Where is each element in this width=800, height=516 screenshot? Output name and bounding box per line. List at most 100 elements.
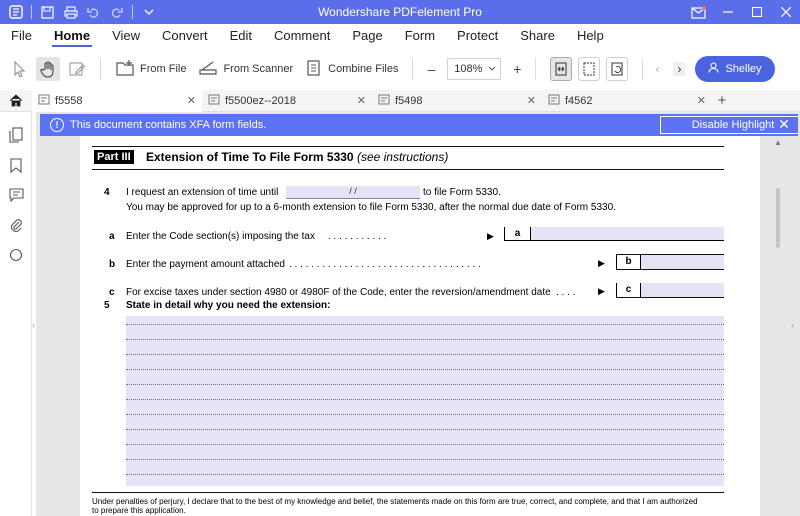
text-line (126, 459, 724, 460)
payment-amount-field[interactable] (640, 255, 724, 269)
toolbar-divider (642, 58, 644, 80)
vertical-scrollbar-thumb[interactable] (776, 188, 780, 248)
select-tool-icon[interactable] (10, 60, 28, 78)
text-line (126, 399, 724, 400)
fit-width-button[interactable] (550, 57, 573, 81)
line5-number: 5 (104, 300, 110, 311)
document-icon (208, 94, 220, 108)
print-icon[interactable] (63, 5, 78, 20)
extension-date-field[interactable]: / / (286, 186, 420, 199)
menu-convert[interactable]: Convert (151, 24, 219, 48)
tab-f4562[interactable]: f4562 ✕ (542, 90, 712, 112)
edit-tool-icon[interactable] (68, 60, 86, 78)
text-line (126, 384, 724, 385)
text-line (126, 354, 724, 355)
combine-files-button[interactable]: Combine Files (305, 59, 398, 80)
comment-icon[interactable] (0, 180, 32, 210)
chevron-left-icon[interactable]: ‹ (655, 62, 659, 76)
attachment-icon[interactable] (0, 210, 32, 240)
home-icon[interactable] (0, 90, 32, 112)
user-account-button[interactable]: Shelley (695, 56, 775, 82)
text-line (126, 429, 724, 430)
thumbnails-icon[interactable] (0, 120, 32, 150)
line-c-underline (616, 297, 724, 298)
zoom-select[interactable]: 108% (447, 58, 502, 80)
menu-page[interactable]: Page (341, 24, 393, 48)
menu-home[interactable]: Home (43, 24, 101, 48)
menu-help[interactable]: Help (566, 24, 615, 48)
menu-edit[interactable]: Edit (219, 24, 263, 48)
line4-number: 4 (104, 187, 110, 198)
line-a-label: a (109, 231, 115, 242)
tab-label: f5558 (55, 94, 83, 107)
line-b-box-label: b (616, 255, 640, 269)
line-a-underline (504, 240, 724, 241)
penalty-statement: Under penalties of perjury, I declare th… (92, 497, 698, 506)
close-tab-icon[interactable]: ✕ (187, 94, 196, 107)
menu-file[interactable]: File (0, 24, 43, 48)
add-tab-button[interactable]: + (712, 92, 732, 109)
combine-files-label: Combine Files (328, 63, 399, 75)
from-scanner-button[interactable]: From Scanner (198, 59, 293, 80)
expand-right-panel-icon[interactable]: › (791, 320, 794, 330)
menu-view[interactable]: View (101, 24, 151, 48)
chevron-down-icon[interactable] (141, 5, 156, 20)
search-icon[interactable] (0, 240, 32, 270)
chevron-right-icon[interactable]: › (673, 62, 686, 76)
penalty-statement-cont: to prepare this application. (92, 506, 186, 515)
penalty-rule (92, 492, 724, 493)
close-window-button[interactable] (771, 0, 800, 24)
toolbar: From File From Scanner Combine Files – 1… (0, 48, 800, 90)
extension-reason-textarea[interactable] (126, 316, 724, 486)
hand-tool-icon[interactable] (36, 57, 60, 81)
arrow-icon: ▶ (598, 286, 605, 296)
expand-sidebar-icon[interactable]: › (32, 320, 35, 330)
close-icon[interactable]: ✕ (776, 116, 792, 132)
chevron-down-icon (488, 63, 496, 75)
arrow-icon: ▶ (487, 231, 494, 241)
reversion-date-field[interactable] (640, 283, 724, 297)
menu-share[interactable]: Share (509, 24, 566, 48)
top-rule (92, 146, 724, 147)
pdf-page: Part III Extension of Time To File Form … (80, 136, 760, 516)
notice-text: This document contains XFA form fields. (70, 119, 267, 131)
tab-f5558[interactable]: f5558 ✕ (32, 89, 202, 112)
zoom-value: 108% (454, 63, 483, 75)
zoom-out-button[interactable]: – (427, 61, 435, 77)
tab-label: f5500ez--2018 (225, 94, 296, 107)
mail-icon[interactable] (684, 0, 713, 24)
menu-comment[interactable]: Comment (263, 24, 341, 48)
close-tab-icon[interactable]: ✕ (527, 94, 536, 107)
undo-icon[interactable] (86, 5, 101, 20)
text-line (126, 414, 724, 415)
document-tabs: f5558 ✕ f5500ez--2018 ✕ f5498 ✕ f4562 ✕ … (0, 89, 800, 112)
line-c-box-label: c (616, 283, 640, 297)
close-tab-icon[interactable]: ✕ (357, 94, 366, 107)
maximize-button[interactable] (742, 0, 771, 24)
text-line (126, 369, 724, 370)
tab-f5500ez[interactable]: f5500ez--2018 ✕ (202, 90, 372, 112)
from-file-icon (115, 59, 135, 80)
save-icon[interactable] (40, 5, 55, 20)
fit-page-button[interactable] (578, 57, 601, 81)
line-a-dots: . . . . . . . . . . . (328, 231, 387, 242)
line-c-text: For excise taxes under section 4980 or 4… (126, 287, 551, 298)
rotate-view-button[interactable] (606, 57, 629, 81)
menu-protect[interactable]: Protect (446, 24, 509, 48)
line-a-text: Enter the Code section(s) imposing the t… (126, 231, 315, 242)
bookmark-icon[interactable] (0, 150, 32, 180)
menu-form[interactable]: Form (394, 24, 446, 48)
scroll-up-icon[interactable]: ▲ (774, 138, 782, 147)
part-title: Extension of Time To File Form 5330 (see… (146, 150, 448, 164)
zoom-in-button[interactable]: + (513, 61, 521, 77)
redo-icon[interactable] (109, 5, 124, 20)
left-sidebar (0, 112, 32, 516)
line-b-underline (616, 269, 724, 270)
close-tab-icon[interactable]: ✕ (697, 94, 706, 107)
menu-bar: File Home View Convert Edit Comment Page… (0, 24, 800, 48)
from-file-button[interactable]: From File (115, 59, 186, 80)
tab-f5498[interactable]: f5498 ✕ (372, 90, 542, 112)
minimize-button[interactable] (713, 0, 742, 24)
line5-text: State in detail why you need the extensi… (126, 300, 331, 311)
code-section-field[interactable] (530, 227, 724, 240)
